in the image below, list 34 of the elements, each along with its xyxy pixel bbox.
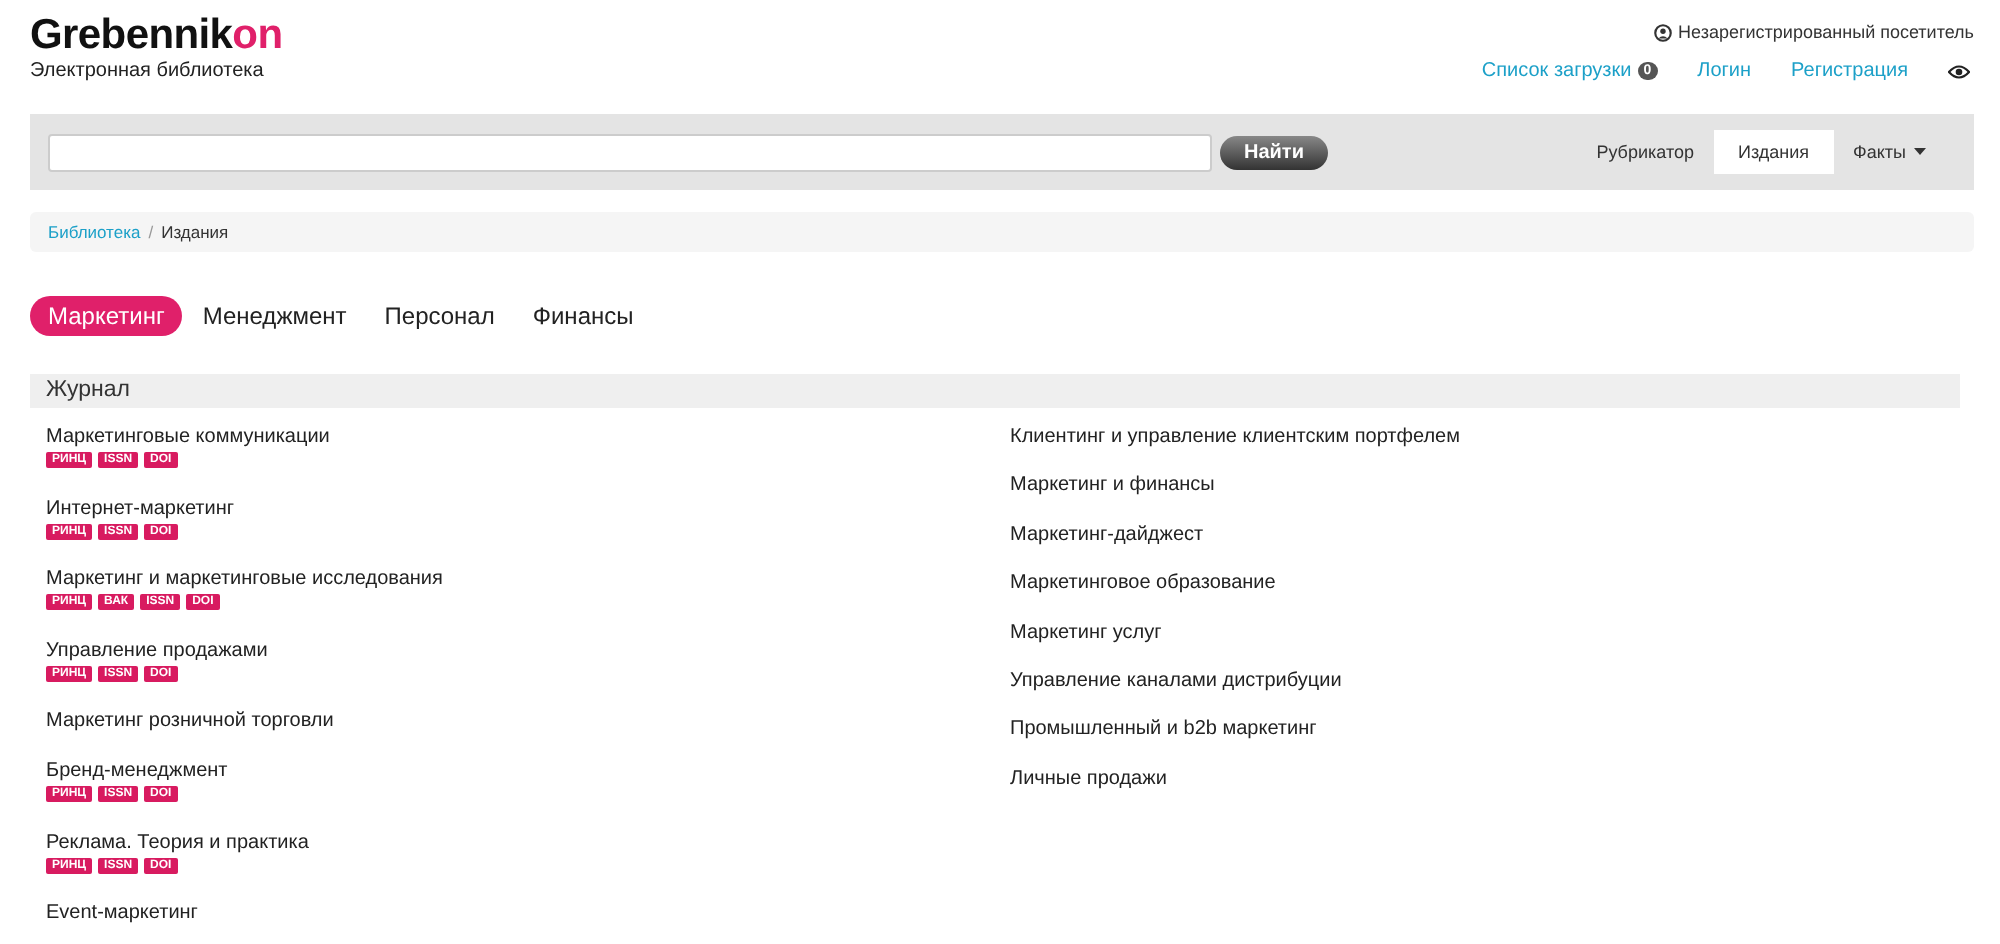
journal-link[interactable]: Промышленный и b2b маркетинг	[1010, 716, 1317, 745]
journal-link[interactable]: Маркетинговые коммуникации	[46, 424, 330, 452]
breadcrumb-separator: /	[148, 222, 154, 242]
category-tab[interactable]: Финансы	[514, 296, 652, 336]
nav-tab[interactable]: Издания	[1713, 130, 1834, 174]
nav-tab[interactable]: Факты	[1833, 130, 1946, 174]
journal-link[interactable]: Маркетинг розничной торговли	[46, 708, 334, 736]
breadcrumb-current: Издания	[161, 222, 229, 242]
journal-link[interactable]: Бренд-менеджмент	[46, 758, 228, 786]
logo[interactable]: Grebennikon	[30, 14, 283, 58]
user-icon	[1654, 23, 1673, 41]
journal-link[interactable]: Управление каналами дистрибуции	[1010, 667, 1342, 696]
journal-link[interactable]: Маркетинг и финансы	[1010, 472, 1215, 501]
user-status: Незарегистрированный посетитель	[1678, 22, 1974, 42]
search-field[interactable]	[48, 133, 1212, 171]
journal-link[interactable]: Маркетинг-дайджест	[1010, 521, 1204, 550]
journal-link[interactable]: Управление продажами	[46, 637, 268, 665]
journal-link[interactable]: Event-маркетинг	[46, 900, 198, 928]
search-button[interactable]: Найти	[1220, 135, 1328, 169]
category-tab[interactable]: Менеджмент	[184, 296, 365, 336]
journal-link[interactable]: Реклама. Теория и практика	[46, 829, 309, 857]
journal-link[interactable]: Интернет-маркетинг	[46, 495, 235, 523]
logo-subtitle: Электронная библиотека	[30, 60, 266, 82]
journal-link[interactable]: Маркетинг и маркетинговые исследования	[46, 566, 443, 594]
journal-link[interactable]: Маркетинговое образование	[1010, 570, 1276, 599]
section-header: Журнал	[30, 374, 1960, 408]
journal-link[interactable]: Личные продажи	[1010, 765, 1167, 794]
journal-link[interactable]: Маркетинг услуг	[1010, 619, 1162, 648]
journal-link[interactable]: Клиентинг и управление клиентским портфелем	[1010, 424, 1460, 452]
nav-tab[interactable]: Рубрикатор	[1576, 130, 1714, 174]
category-tab[interactable]: Маркетинг	[30, 296, 183, 336]
category-tab[interactable]: Персонал	[366, 296, 513, 336]
eye-icon[interactable]	[1948, 63, 1970, 79]
caret-icon[interactable]	[1914, 148, 1926, 156]
